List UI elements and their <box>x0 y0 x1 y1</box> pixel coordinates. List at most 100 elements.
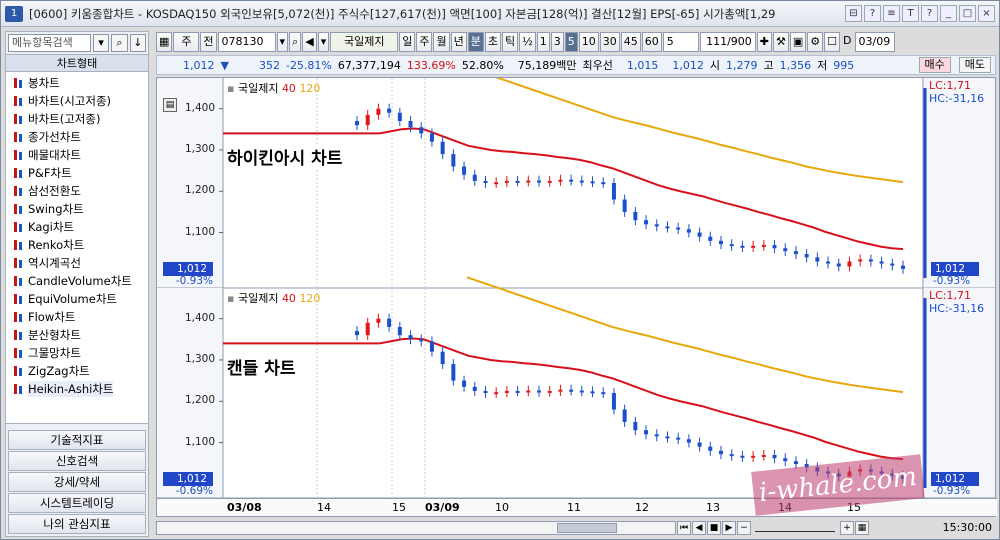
chart-scrollbar[interactable] <box>156 520 676 535</box>
first-icon[interactable]: ⏮ <box>677 520 691 535</box>
chart-type-item[interactable]: 역시계곡선 <box>6 254 148 272</box>
zoom-out-icon[interactable]: − <box>737 520 751 535</box>
open-price: 1,279 <box>726 58 758 72</box>
chart-canvas[interactable] <box>157 78 995 498</box>
candle-body <box>697 442 702 447</box>
tab-my-indicators[interactable]: 나의 관심지표 <box>8 514 146 534</box>
scroll-thumb[interactable] <box>557 522 617 533</box>
interval-1[interactable]: 1 <box>536 32 550 52</box>
interval-input[interactable]: 5 <box>662 32 699 52</box>
chart-type-item[interactable]: Flow차트 <box>6 308 148 326</box>
chart-icon[interactable]: ▦ <box>156 32 173 52</box>
interval-10[interactable]: 10 <box>578 32 599 52</box>
zoom-in-icon[interactable]: + <box>840 520 854 535</box>
search-icon[interactable]: ⌕ <box>111 34 128 52</box>
maximize-button[interactable]: □ <box>959 5 976 22</box>
download-icon[interactable]: ↓ <box>129 34 147 52</box>
tab-system-trading[interactable]: 시스템트레이딩 <box>8 493 146 513</box>
date-input[interactable]: 03/09 <box>854 32 895 52</box>
chart-type-item[interactable]: 그물망차트 <box>6 344 148 362</box>
interval-30[interactable]: 30 <box>599 32 620 52</box>
chart-type-item[interactable]: EquiVolume차트 <box>6 290 148 308</box>
help-icon[interactable]: ? <box>864 5 881 22</box>
menu-icon[interactable]: ≡ <box>883 5 900 22</box>
chart-type-item[interactable]: 매물대차트 <box>6 146 148 164</box>
panel-settings-icon[interactable]: ▤ <box>163 98 177 112</box>
stop-icon[interactable]: ■ <box>707 520 721 535</box>
interval-60[interactable]: 60 <box>641 32 662 52</box>
chart-type-item[interactable]: 삼선전환도 <box>6 182 148 200</box>
candle-body <box>419 127 424 134</box>
unit-second[interactable]: 초 <box>484 32 501 52</box>
zoom-slider[interactable] <box>755 524 835 532</box>
chart-type-item[interactable]: 바차트(고저종) <box>6 110 148 128</box>
chart-type-item[interactable]: Renko차트 <box>6 236 148 254</box>
chart-type-item[interactable]: Kagi차트 <box>6 218 148 236</box>
tab-bull-bear[interactable]: 강세/약세 <box>8 472 146 492</box>
chart-type-item[interactable]: 바차트(시고저종) <box>6 92 148 110</box>
chart-legend[interactable]: ▪ 국일제지 40 120 <box>227 80 320 96</box>
interval-5[interactable]: 5 <box>564 32 578 52</box>
y-tick-label: 1,200 <box>184 394 215 407</box>
unit-day[interactable]: 일 <box>399 32 416 52</box>
dropdown-icon[interactable]: ▾ <box>92 34 110 52</box>
chart-type-item[interactable]: 종가선차트 <box>6 128 148 146</box>
speaker-icon[interactable]: ◀ <box>302 32 317 52</box>
chart-area[interactable]: 1,400 1,300 1,200 1,100 ▪ 국일제지 40 120 하이킨아시 차… <box>156 77 997 517</box>
unit-month[interactable]: 월 <box>433 32 450 52</box>
prev-button[interactable]: 전 <box>200 32 217 52</box>
code-dropdown-icon[interactable]: ▾ <box>276 32 289 52</box>
chart-type-label: EquiVolume차트 <box>28 292 117 306</box>
dropdown-icon[interactable]: ▾ <box>317 32 330 52</box>
play-icon[interactable]: ▶ <box>722 520 736 535</box>
settings-icon[interactable]: ⚙ <box>807 32 824 52</box>
unit-tick[interactable]: 틱 <box>501 32 519 52</box>
chart-type-item[interactable]: Heikin-Ashi차트 <box>6 380 148 398</box>
period-select[interactable]: 주 <box>173 32 200 52</box>
candle-body <box>451 154 456 167</box>
count-input[interactable]: 111/900 <box>699 32 756 52</box>
unit-year[interactable]: 년 <box>450 32 467 52</box>
candle-body <box>836 263 841 267</box>
unit-minute[interactable]: 분 <box>467 32 484 52</box>
volume-ratio: 133.69% <box>406 58 456 72</box>
minimize-button[interactable]: _ <box>940 5 957 22</box>
grid-icon[interactable]: ▦ <box>855 520 869 535</box>
split-icon[interactable]: ⊟ <box>845 5 862 22</box>
chart-type-item[interactable]: 분산형차트 <box>6 326 148 344</box>
candle-body <box>751 245 756 248</box>
candle-body <box>697 232 702 237</box>
chart-type-item[interactable]: P&F차트 <box>6 164 148 182</box>
ratio-button[interactable]: ½ <box>519 32 536 52</box>
save-icon[interactable]: ▣ <box>789 32 807 52</box>
chart-type-item[interactable]: CandleVolume차트 <box>6 272 148 290</box>
prev-icon[interactable]: ◀ <box>692 520 706 535</box>
candle-body <box>804 254 809 258</box>
stock-code-input[interactable]: 078130 <box>217 32 276 52</box>
question-icon[interactable]: ? <box>921 5 938 22</box>
sell-button[interactable]: 매도 <box>958 57 991 73</box>
candle-body <box>376 108 381 115</box>
menu-search-input[interactable]: 메뉴항목검색 <box>8 34 91 52</box>
chart-type-item[interactable]: 봉차트 <box>6 74 148 92</box>
chart-type-item[interactable]: Swing차트 <box>6 200 148 218</box>
candle-body <box>376 318 381 323</box>
chart-type-item[interactable]: ZigZag차트 <box>6 362 148 380</box>
interval-45[interactable]: 45 <box>620 32 641 52</box>
d-checkbox[interactable]: ☐ <box>824 32 841 52</box>
crosshair-icon[interactable]: ✚ <box>756 32 772 52</box>
tab-technical-indicators[interactable]: 기술적지표 <box>8 430 146 450</box>
tools-icon[interactable]: ⚒ <box>773 32 789 52</box>
legend-ma120: 120 <box>299 292 321 305</box>
tab-signal-search[interactable]: 신호검색 <box>8 451 146 471</box>
chart-legend[interactable]: ▪ 국일제지 40 120 <box>227 290 320 306</box>
close-button[interactable]: × <box>978 5 995 22</box>
buy-button[interactable]: 매수 <box>918 57 951 73</box>
search-icon[interactable]: ⌕ <box>289 32 302 52</box>
current-price-tag: 1,012 <box>163 471 213 486</box>
down-arrow-icon: ▼ <box>220 58 229 72</box>
chart-type-label: 분산형차트 <box>28 328 81 342</box>
unit-week[interactable]: 주 <box>416 32 433 52</box>
text-icon[interactable]: T <box>902 5 919 22</box>
interval-3[interactable]: 3 <box>550 32 564 52</box>
